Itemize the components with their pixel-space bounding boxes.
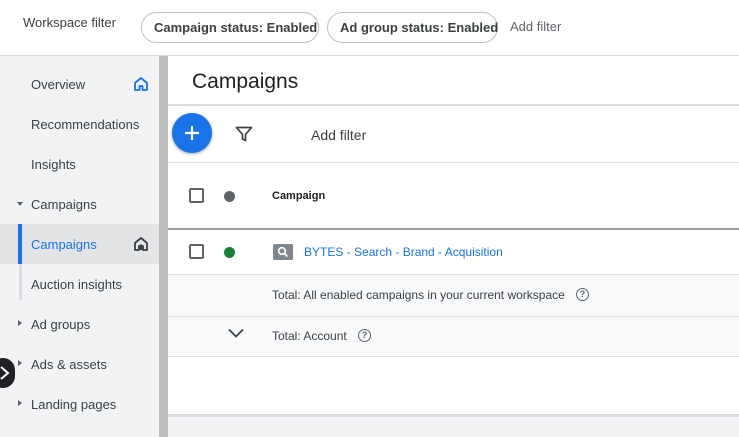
status-header-dot[interactable] xyxy=(224,191,235,202)
search-campaign-type-icon xyxy=(273,244,293,260)
sidebar-group-ad-groups[interactable]: Ad groups xyxy=(0,304,159,344)
sidebar-item-campaigns[interactable]: Campaigns xyxy=(0,224,159,264)
total-workspace-label: Total: All enabled campaigns in your cur… xyxy=(272,288,565,302)
row-divider xyxy=(168,356,739,357)
add-campaign-button[interactable] xyxy=(172,113,212,153)
sidebar-item-label: Campaigns xyxy=(31,197,97,212)
sidebar-group-ads-assets[interactable]: Ads & assets xyxy=(0,344,159,384)
select-all-checkbox[interactable] xyxy=(189,188,204,203)
sidebar-scrollbar[interactable] xyxy=(159,56,168,437)
toolbar-divider xyxy=(168,162,739,163)
header-divider xyxy=(168,228,739,230)
left-navigation: Overview Recommendations Insights Campai… xyxy=(0,56,159,437)
row-divider xyxy=(168,316,739,317)
title-divider xyxy=(168,104,739,106)
sidebar-item-label: Overview xyxy=(31,77,86,92)
page-title: Campaigns xyxy=(192,70,299,93)
caret-right-icon xyxy=(18,360,22,366)
campaign-name-link[interactable]: BYTES - Search - Brand - Acquisition xyxy=(304,245,503,259)
sidebar-item-auction-insights[interactable]: Auction insights xyxy=(0,264,159,304)
sidebar-item-label: Auction insights xyxy=(31,277,123,292)
workspace-filter-label: Workspace filter xyxy=(23,15,116,30)
sidebar-item-label: Ad groups xyxy=(31,317,91,332)
caret-right-icon xyxy=(18,320,22,326)
sidebar-item-label: Landing pages xyxy=(31,397,117,412)
sidebar-item-label: Insights xyxy=(31,157,76,172)
filter-icon[interactable] xyxy=(235,126,253,142)
sidebar-item-insights[interactable]: Insights xyxy=(0,144,159,184)
chevron-down-icon[interactable] xyxy=(228,328,244,338)
caret-down-icon xyxy=(17,202,23,206)
campaign-status-filter-chip[interactable]: Campaign status: Enabled xyxy=(141,12,319,43)
workspace-add-filter-button[interactable]: Add filter xyxy=(510,19,561,34)
status-enabled-dot[interactable] xyxy=(224,247,235,258)
help-icon[interactable]: ? xyxy=(358,329,371,342)
chevron-right-icon xyxy=(0,366,10,380)
main-content: Campaigns Add filter Campaign BYTES - Se… xyxy=(168,56,739,437)
total-account-row xyxy=(168,316,739,356)
sidebar-item-label: Ads & assets xyxy=(31,357,107,372)
sidebar-group-landing-pages[interactable]: Landing pages xyxy=(0,384,159,424)
sidebar-item-overview[interactable]: Overview xyxy=(0,64,159,104)
sidebar-group-campaigns[interactable]: Campaigns xyxy=(0,184,159,224)
help-icon[interactable]: ? xyxy=(576,288,589,301)
ad-group-status-filter-chip[interactable]: Ad group status: Enabled xyxy=(327,12,498,43)
row-select-checkbox[interactable] xyxy=(189,244,204,259)
total-account-label: Total: Account xyxy=(272,329,347,343)
caret-right-icon xyxy=(18,400,22,406)
sidebar-item-recommendations[interactable]: Recommendations xyxy=(0,104,159,144)
sidebar-item-label: Recommendations xyxy=(31,117,140,132)
campaign-column-header[interactable]: Campaign xyxy=(272,190,325,202)
campaigns-home-icon xyxy=(134,237,148,251)
workspace-filter-bar: Workspace filter Campaign status: Enable… xyxy=(0,0,739,56)
home-icon xyxy=(134,77,148,91)
add-filter-button[interactable]: Add filter xyxy=(311,127,366,143)
active-indicator xyxy=(18,224,22,264)
search-icon xyxy=(277,246,289,258)
footer-area xyxy=(168,417,739,437)
plus-icon xyxy=(185,126,199,140)
sidebar-item-label: Campaigns xyxy=(31,237,97,252)
row-divider xyxy=(168,274,739,275)
